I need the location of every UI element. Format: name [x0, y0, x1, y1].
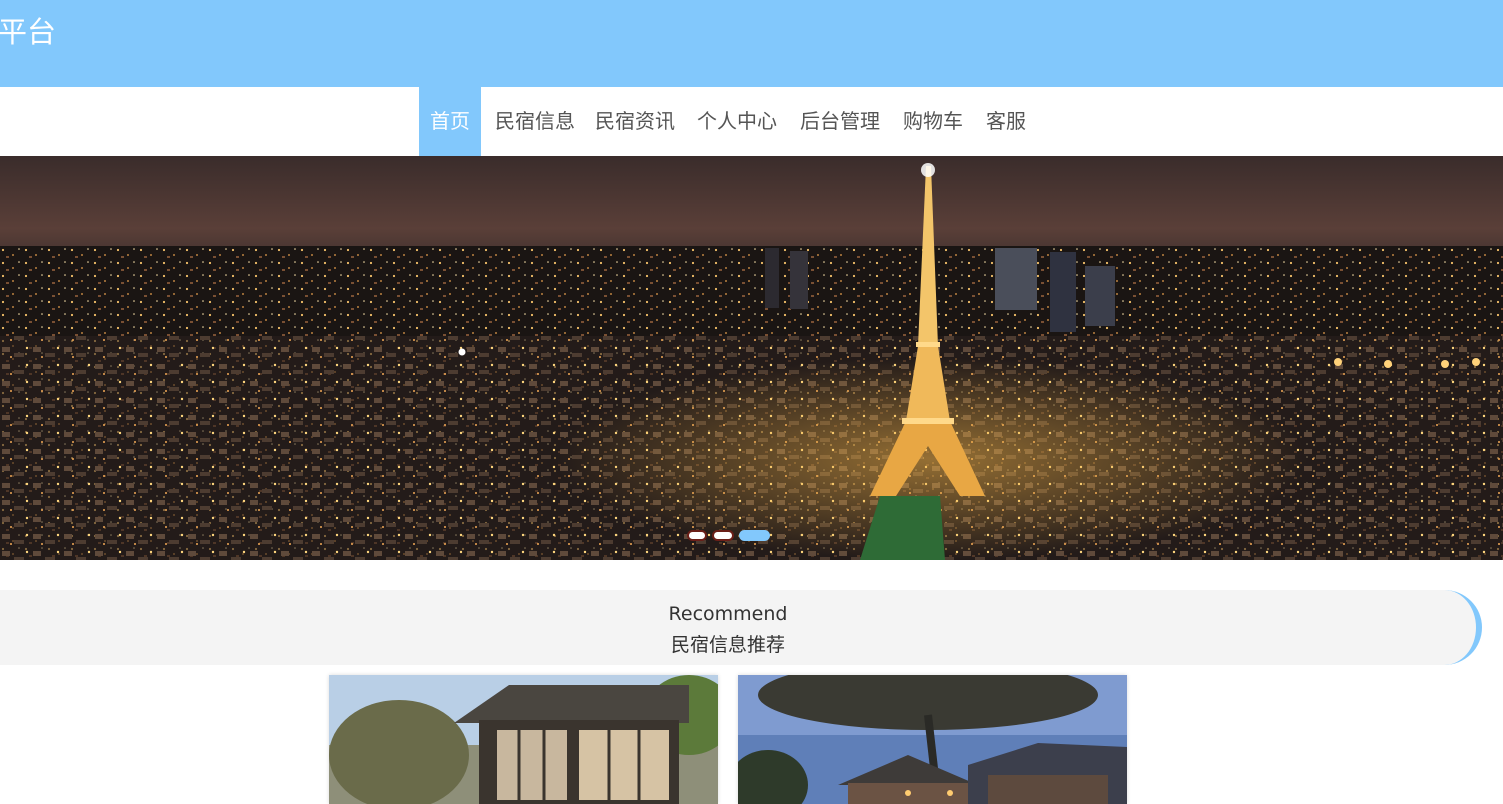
banner-image — [0, 156, 1503, 560]
recommend-card-2[interactable] — [738, 675, 1127, 804]
carousel-dot-1[interactable] — [687, 530, 707, 541]
nav-item-cart[interactable]: 购物车 — [903, 87, 963, 156]
nav-item-personal-center[interactable]: 个人中心 — [697, 87, 777, 156]
homestay-image-2 — [738, 675, 1127, 804]
header-bar: 平台 — [0, 0, 1503, 87]
carousel-dot-2[interactable] — [712, 530, 734, 541]
carousel-dot-3[interactable] — [739, 530, 770, 541]
nav-item-customer-service[interactable]: 客服 — [986, 87, 1026, 156]
nav-item-admin[interactable]: 后台管理 — [800, 87, 880, 156]
banner-carousel[interactable] — [0, 156, 1503, 560]
nav-item-homestay-news[interactable]: 民宿资讯 — [595, 87, 675, 156]
recommend-card-1[interactable] — [329, 675, 718, 804]
nav-item-home[interactable]: 首页 — [419, 87, 481, 156]
recommend-title-en: Recommend — [668, 603, 788, 625]
site-title: 平台 — [0, 15, 57, 49]
main-nav: 首页 民宿信息 民宿资讯 个人中心 后台管理 购物车 客服 — [0, 87, 1503, 156]
recommend-title-zh: 民宿信息推荐 — [670, 634, 785, 656]
nav-item-homestay-info[interactable]: 民宿信息 — [495, 87, 575, 156]
homestay-image-1 — [329, 675, 718, 804]
